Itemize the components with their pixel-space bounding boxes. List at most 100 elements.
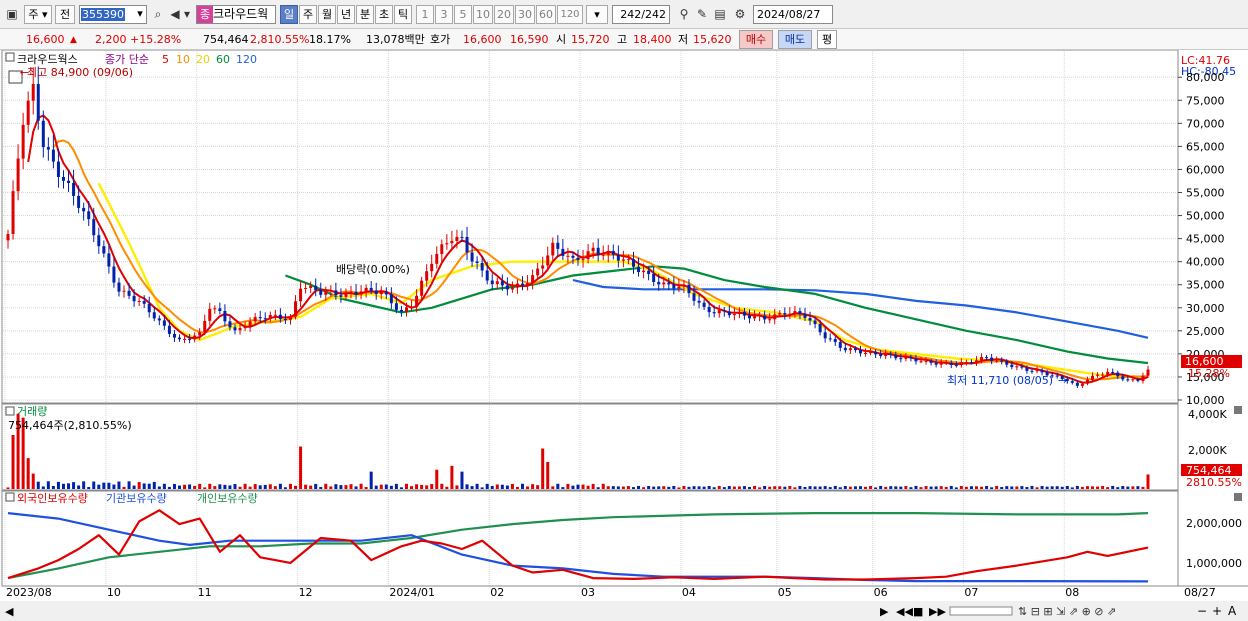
interval-3[interactable]: 3 — [435, 5, 453, 24]
speaker-icon[interactable]: ◀ — [167, 6, 183, 22]
period-minute[interactable]: 분 — [356, 5, 374, 24]
avg-button[interactable]: 평 — [817, 30, 837, 49]
buy-button[interactable]: 매수 — [739, 30, 773, 49]
interval-10[interactable]: 10 — [473, 5, 493, 24]
volume-bar — [576, 484, 580, 489]
volume-bar — [647, 486, 651, 489]
volume-bar — [510, 483, 514, 489]
volume-bar — [1040, 485, 1044, 489]
dividend-annotation: 배당락(0.00%) — [336, 263, 410, 276]
volume-bar — [1055, 486, 1059, 489]
holder-close-icon[interactable] — [1234, 493, 1242, 501]
volume-bar — [379, 484, 383, 489]
volume-bar — [712, 487, 716, 489]
volume-bar — [329, 486, 333, 489]
candle-body — [838, 342, 842, 348]
zoom-slider[interactable] — [949, 606, 1013, 616]
period-week[interactable]: 주 — [299, 5, 317, 24]
volume-bar — [364, 487, 368, 489]
draw-tool-icon[interactable]: ✎ — [694, 6, 710, 22]
volume-bar — [505, 485, 509, 489]
candle-body — [445, 243, 449, 245]
candle-body — [157, 318, 161, 321]
stop-icon[interactable]: ■ — [913, 605, 923, 618]
scroll-right-icon[interactable]: ▶ — [880, 605, 889, 618]
volume-bar — [147, 483, 151, 489]
zoom-in-icon[interactable]: + — [1212, 604, 1222, 618]
candle-body — [985, 357, 989, 359]
speaker-dropdown-icon[interactable]: ▾ — [182, 6, 192, 22]
volume-bar — [137, 482, 141, 489]
candle-body — [344, 292, 348, 297]
candle-body — [183, 338, 187, 340]
candle-body — [869, 351, 873, 353]
zoom-out-icon[interactable]: − — [1197, 604, 1207, 618]
scroll-left-icon[interactable]: ◀ — [5, 605, 14, 618]
institution-legend: 기관보유수량 — [106, 492, 167, 505]
period-tick[interactable]: 틱 — [394, 5, 412, 24]
period-second[interactable]: 초 — [375, 5, 393, 24]
auto-scale-icon[interactable]: A — [1228, 604, 1237, 618]
candle-body — [228, 321, 232, 328]
candle-body — [495, 281, 499, 285]
volume-bar — [571, 485, 575, 489]
volume-bar — [1126, 486, 1130, 489]
volume-bar — [1035, 487, 1039, 489]
prev-page-icon[interactable]: ◀◀ — [896, 605, 913, 618]
volume-bar — [763, 485, 767, 489]
candle-body — [924, 360, 928, 362]
all-select[interactable]: 전 — [55, 5, 75, 24]
period-day[interactable]: 일 — [280, 5, 298, 24]
sell-button[interactable]: 매도 — [778, 30, 812, 49]
date-tick-label: 06 — [874, 586, 888, 599]
candle-body — [808, 317, 812, 321]
volume-bar — [581, 484, 585, 489]
volume-bar — [6, 487, 10, 489]
interval-20[interactable]: 20 — [494, 5, 514, 24]
stock-name-field[interactable]: 종 크라우드웍 — [196, 5, 276, 24]
candle-body — [460, 236, 464, 238]
candle-body — [521, 283, 525, 286]
volume-bar — [1131, 486, 1135, 489]
candle-body — [526, 283, 530, 286]
candle-body — [384, 291, 388, 295]
search-icon[interactable]: ⌕ — [150, 6, 166, 22]
date-tick-label: 2023/08 — [6, 586, 52, 599]
market-select[interactable]: 주 ▾ — [24, 5, 52, 24]
interval-5[interactable]: 5 — [454, 5, 472, 24]
candle-body — [1101, 374, 1105, 376]
volume-bar — [324, 483, 328, 489]
save-icon[interactable]: ▤ — [712, 6, 728, 22]
stock-chart[interactable]: 크라우드웍스 종가 단순 5 10 20 60 120 최고 84,900 (0… — [0, 50, 1248, 621]
interval-1[interactable]: 1 — [416, 5, 434, 24]
period-year[interactable]: 년 — [337, 5, 355, 24]
candle-body — [1091, 375, 1095, 380]
volume-bar — [1096, 486, 1100, 489]
window-icon[interactable]: ▣ — [4, 6, 20, 22]
candle-body — [450, 240, 454, 244]
volume-bar — [299, 446, 303, 489]
volume-bar — [949, 485, 953, 489]
interval-60[interactable]: 60 — [536, 5, 556, 24]
volume-close-icon[interactable] — [1234, 406, 1242, 414]
volume-bar — [263, 484, 267, 489]
candle-body — [475, 261, 479, 263]
volume-bar — [1121, 486, 1125, 489]
volume-bar — [631, 487, 635, 489]
code-dropdown-icon[interactable]: ▾ — [133, 6, 147, 23]
volume-bar — [934, 486, 938, 489]
volume-bar — [783, 486, 787, 489]
data-count-field[interactable]: 242/242 — [612, 5, 670, 24]
gear-icon[interactable]: ⚙ — [732, 6, 748, 22]
period-month[interactable]: 월 — [318, 5, 336, 24]
binoculars-icon[interactable]: ⚲ — [676, 6, 692, 22]
interval-120[interactable]: 120 — [557, 5, 583, 24]
next-page-icon[interactable]: ▶▶ — [929, 605, 946, 618]
candle-body — [349, 291, 353, 293]
interval-dropdown[interactable]: ▾ — [586, 5, 608, 24]
volume-bar — [894, 486, 898, 489]
volume-bar — [526, 486, 530, 489]
interval-30[interactable]: 30 — [515, 5, 535, 24]
date-field[interactable]: 2024/08/27 — [753, 5, 833, 24]
toolbar-tools-icon[interactable]: ⇅ ⊟ ⊞ ⇲ ⇗ ⊕ ⊘ ⇗ — [1018, 605, 1116, 618]
